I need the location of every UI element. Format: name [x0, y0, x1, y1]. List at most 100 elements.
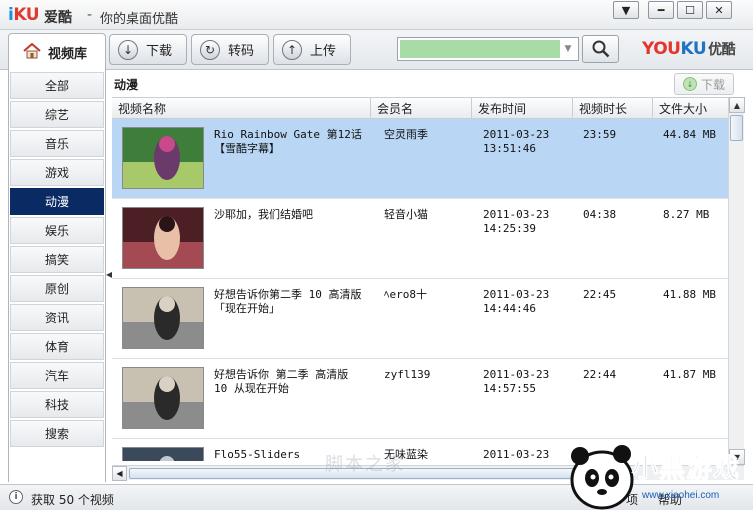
- sidebar-item-7[interactable]: 原创: [10, 275, 104, 302]
- chevron-down-icon: ▼: [621, 3, 631, 17]
- search-input[interactable]: [400, 40, 560, 58]
- download-selected-label: 下载: [700, 77, 725, 92]
- video-thumbnail[interactable]: [122, 127, 204, 189]
- sidebar-item-6[interactable]: 搞笑: [10, 246, 104, 273]
- video-thumbnail[interactable]: [122, 287, 204, 349]
- video-title[interactable]: 沙耶加，我们结婚吧: [214, 208, 366, 222]
- table-row[interactable]: 好想告诉你第二季 10 高清版「现在开始」 ﾍero8十 2011-03-23 14:…: [112, 279, 728, 359]
- video-size: 8.27 MB: [663, 208, 710, 221]
- column-header-user[interactable]: 会员名: [371, 98, 472, 118]
- main-panel: 动漫 ↓ 下载 视频名称 会员名 发布时间 视频时长 文件大小 Rio Rain…: [112, 70, 748, 482]
- sidebar-item-5[interactable]: 娱乐: [10, 217, 104, 244]
- video-thumbnail[interactable]: [122, 447, 204, 461]
- video-size: 44.84 MB: [663, 128, 716, 141]
- mascot-label: 小黑游戏: [631, 454, 741, 485]
- column-header-size[interactable]: 文件大小: [653, 98, 728, 118]
- sidebar-item-1[interactable]: 综艺: [10, 101, 104, 128]
- video-duration: 04:38: [583, 208, 617, 221]
- sidebar-item-4[interactable]: 动漫: [10, 188, 104, 215]
- upload-icon: ↑: [282, 39, 302, 60]
- search-button[interactable]: [582, 35, 619, 63]
- published-time: 14:44:46: [483, 302, 536, 315]
- sidebar-item-8[interactable]: 资讯: [10, 304, 104, 331]
- convert-label: 转码: [228, 44, 255, 59]
- video-uploader: 轻音小猫: [384, 208, 428, 221]
- published-time: 13:51:46: [483, 142, 536, 155]
- maximize-button[interactable]: ☐: [677, 1, 703, 19]
- published-date: 2011-03-23: [483, 368, 550, 381]
- video-size: 41.88 MB: [663, 288, 716, 301]
- menu-dropdown-button[interactable]: ▼: [613, 1, 639, 19]
- minimize-button[interactable]: ━: [648, 1, 674, 19]
- sidebar-item-0[interactable]: 全部: [10, 72, 104, 99]
- sidebar-item-2[interactable]: 音乐: [10, 130, 104, 157]
- video-title[interactable]: 好想告诉你第二季 10 高清版「现在开始」: [214, 288, 366, 316]
- youku-logo: YOUKU 优酷: [642, 39, 736, 59]
- video-title[interactable]: 好想告诉你 第二季 高清版 10 从现在开始: [214, 368, 366, 396]
- video-thumbnail[interactable]: [122, 207, 204, 269]
- category-sidebar: 全部 综艺 音乐 游戏 动漫 娱乐 搞笑 原创 资讯 体育 汽车 科技 搜索: [8, 70, 106, 482]
- video-published: 2011-03-23 14:57:55: [483, 368, 575, 396]
- tab-video-library[interactable]: 视频库: [8, 33, 106, 71]
- column-header-title[interactable]: 视频名称: [112, 98, 371, 118]
- published-date: 2011-03-23: [483, 288, 550, 301]
- mascot-url: www.xiaohei.com: [642, 490, 720, 501]
- close-icon: ✕: [714, 3, 724, 17]
- tab-video-library-label: 视频库: [48, 47, 88, 62]
- video-thumbnail[interactable]: [122, 367, 204, 429]
- column-header-published[interactable]: 发布时间: [472, 98, 573, 118]
- vertical-scrollbar[interactable]: ▲ ▼: [728, 97, 745, 465]
- published-date: 2011-03-23: [483, 128, 550, 141]
- sidebar-item-3[interactable]: 游戏: [10, 159, 104, 186]
- download-button[interactable]: ↓ 下载: [109, 34, 187, 65]
- scroll-left-icon[interactable]: ◀: [112, 466, 127, 481]
- published-date: 2011-03-23: [483, 208, 550, 221]
- video-title[interactable]: Rio Rainbow Gate 第12话【雪酷字幕】: [214, 128, 366, 156]
- convert-button[interactable]: ↻ 转码: [191, 34, 269, 65]
- download-selected-button[interactable]: ↓ 下载: [674, 73, 734, 95]
- info-icon: i: [9, 490, 23, 504]
- title-separator: -: [87, 7, 93, 23]
- sidebar-item-11[interactable]: 科技: [10, 391, 104, 418]
- convert-icon: ↻: [200, 39, 220, 60]
- vertical-scroll-thumb[interactable]: [730, 115, 743, 141]
- published-time: 14:57:55: [483, 382, 536, 395]
- watermark-mascot: 小黑游戏 www.xiaohei.com: [560, 440, 753, 510]
- sidebar-item-12[interactable]: 搜索: [10, 420, 104, 447]
- sidebar-item-9[interactable]: 体育: [10, 333, 104, 360]
- status-text: 获取 50 个视频: [31, 493, 114, 507]
- title-bar: iKU 爱酷 - 你的桌面优酷 ▼ ━ ☐ ✕: [0, 0, 753, 30]
- video-uploader: 空灵雨季: [384, 128, 428, 141]
- download-icon: ↓: [118, 39, 138, 60]
- close-button[interactable]: ✕: [706, 1, 732, 19]
- column-header-duration[interactable]: 视频时长: [573, 98, 653, 118]
- search-field[interactable]: ▼: [397, 37, 579, 61]
- video-published: 2011-03-23 13:51:46: [483, 128, 575, 156]
- video-duration: 23:59: [583, 128, 617, 141]
- app-slogan: 你的桌面优酷: [100, 12, 179, 27]
- scroll-up-icon[interactable]: ▲: [729, 97, 745, 113]
- table-row[interactable]: 好想告诉你 第二季 高清版 10 从现在开始 zyfl139 2011-03-23 1…: [112, 359, 728, 439]
- video-uploader: ﾍero8十: [384, 288, 427, 301]
- table-header: 视频名称 会员名 发布时间 视频时长 文件大小: [112, 97, 728, 119]
- upload-button[interactable]: ↑ 上传: [273, 34, 351, 65]
- video-size: 41.87 MB: [663, 368, 716, 381]
- maximize-icon: ☐: [685, 3, 695, 17]
- app-name: 爱酷: [44, 10, 72, 26]
- upload-label: 上传: [310, 44, 337, 59]
- table-row[interactable]: Rio Rainbow Gate 第12话【雪酷字幕】 空灵雨季 2011-03-2…: [112, 119, 728, 199]
- sidebar-item-10[interactable]: 汽车: [10, 362, 104, 389]
- iku-logo: iKU: [8, 5, 40, 25]
- video-duration: 22:45: [583, 288, 617, 301]
- toolbar: 视频库 ↓ 下载 ↻ 转码 ↑ 上传 ▼ YOUKU 优酷: [0, 30, 753, 71]
- watermark-text: 脚本之家: [325, 454, 405, 475]
- table-row[interactable]: 沙耶加，我们结婚吧 轻音小猫 2011-03-23 14:25:39 04:38 8.27…: [112, 199, 728, 279]
- search-icon: [592, 40, 609, 58]
- video-published: 2011-03-23 14:44:46: [483, 288, 575, 316]
- minimize-icon: ━: [657, 3, 665, 17]
- video-duration: 22:44: [583, 368, 617, 381]
- video-uploader: zyfl139: [384, 368, 431, 381]
- search-history-dropdown-icon[interactable]: ▼: [560, 40, 576, 58]
- download-icon: ↓: [682, 77, 697, 91]
- home-icon: [23, 42, 41, 63]
